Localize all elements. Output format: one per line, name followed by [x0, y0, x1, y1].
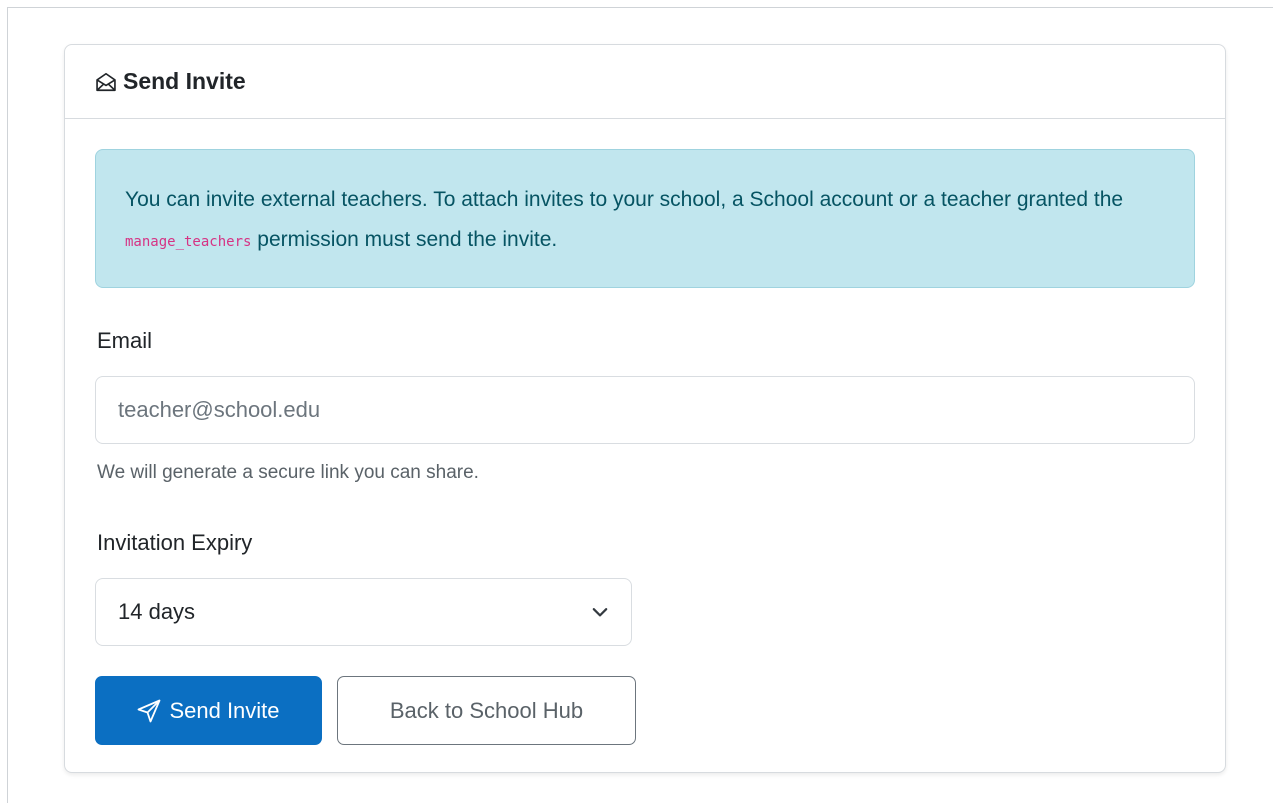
email-label: Email: [97, 328, 153, 353]
expiry-label: Invitation Expiry: [97, 530, 253, 555]
expiry-selected-value: 14 days: [118, 599, 196, 624]
email-help-text: We will generate a secure link you can s…: [97, 462, 479, 483]
send-icon: [137, 699, 161, 723]
info-alert: You can invite external teachers. To att…: [95, 149, 1195, 288]
alert-text-before: You can invite external teachers. To att…: [125, 188, 1124, 211]
card-title: Send Invite: [123, 68, 246, 94]
permission-code: manage_teachers: [125, 234, 252, 250]
envelope-open-icon: [95, 71, 117, 93]
email-input[interactable]: [95, 376, 1195, 444]
card-header: Send Invite: [65, 45, 1225, 119]
send-invite-card: Send Invite You can invite external teac…: [64, 44, 1226, 773]
expiry-select[interactable]: 14 days: [95, 578, 632, 646]
alert-text-after: permission must send the invite.: [251, 228, 558, 251]
chevron-down-icon: [591, 603, 609, 621]
send-invite-label: Send Invite: [169, 697, 280, 723]
back-to-school-hub-button[interactable]: Back to School Hub: [337, 676, 636, 745]
send-invite-button[interactable]: Send Invite: [95, 676, 322, 745]
